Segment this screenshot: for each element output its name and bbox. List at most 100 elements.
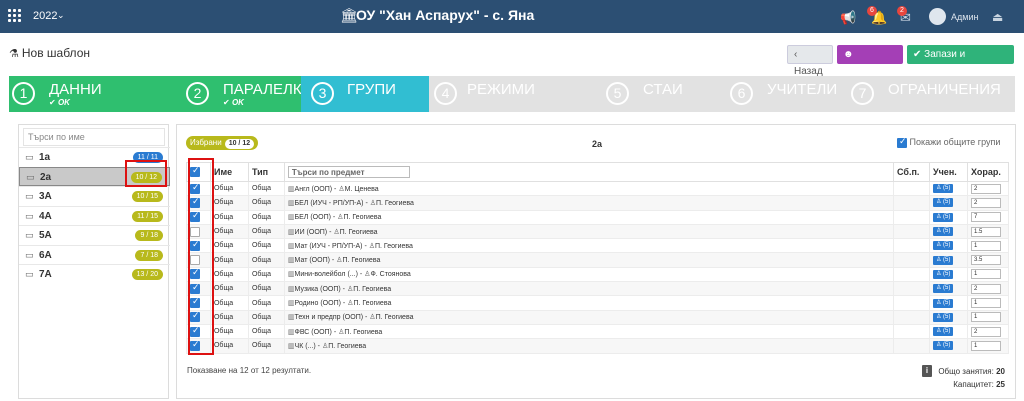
hours-input[interactable]: 2 xyxy=(970,326,1001,337)
save-and-continue-button[interactable]: ✔ Запази и премини xyxy=(907,45,1014,79)
row-sb xyxy=(893,281,930,297)
table-row: ОбщаОбща▥Музика (ООП) - ♙П. Геогиева♙ (5… xyxy=(186,281,1010,297)
step-groups[interactable]: 3 ГРУПИ xyxy=(301,76,429,112)
row-type: Обща xyxy=(247,323,285,340)
chevron-down-icon[interactable]: ⌄ xyxy=(57,10,65,21)
group-item[interactable]: ▭ 5А 9 / 18 xyxy=(19,225,170,244)
username[interactable]: Админ xyxy=(951,12,978,22)
group-item[interactable]: ▭ 4А 11 / 15 xyxy=(19,205,170,225)
row-type: Обща xyxy=(247,238,285,254)
group-item[interactable]: ▭ 7А 13 / 20 xyxy=(19,264,170,283)
students-button[interactable]: ♙ (5) xyxy=(932,255,954,265)
group-name: 6А xyxy=(39,249,52,261)
row-name: Обща xyxy=(209,223,249,240)
hours-input[interactable]: 2 xyxy=(970,197,1001,208)
hours-input[interactable]: 1 xyxy=(970,240,1001,251)
group-search-input[interactable]: Търси по име xyxy=(23,128,165,146)
row-hours: 2 xyxy=(966,281,1010,297)
hours-input[interactable]: 1 xyxy=(970,269,1001,280)
step-number: 1 xyxy=(12,82,35,105)
col-hours: Хорар. xyxy=(966,162,1010,182)
hours-input[interactable]: 1.5 xyxy=(970,226,1001,237)
year-selector[interactable]: 2022 xyxy=(33,10,57,22)
col-subject: Търси по предмет xyxy=(283,162,895,182)
row-hours: 3.5 xyxy=(966,252,1010,268)
hours-input[interactable]: 1 xyxy=(970,312,1001,323)
row-hours: 7 xyxy=(966,209,1010,225)
row-hours: 2 xyxy=(966,195,1010,211)
group-count-badge: 9 / 18 xyxy=(135,230,163,241)
results-summary: Показване на 12 от 12 резултати. xyxy=(187,366,312,375)
row-type: Обща xyxy=(247,309,285,325)
students-button[interactable]: ♙ (5) xyxy=(932,212,954,222)
hours-input[interactable]: 1 xyxy=(970,340,1001,351)
hours-input[interactable]: 1 xyxy=(970,298,1001,309)
row-sb xyxy=(893,309,930,325)
students-button[interactable]: ♙ (5) xyxy=(932,341,954,351)
group-item[interactable]: ▭ 3А 10 / 15 xyxy=(19,186,170,205)
group-icon: ▭ xyxy=(25,210,34,221)
step-label: СТАИ xyxy=(643,81,683,98)
group-icon: ▭ xyxy=(25,152,34,162)
show-common-groups-checkbox[interactable] xyxy=(897,136,907,148)
row-students: ♙ (5) xyxy=(928,252,968,268)
row-hours: 1 xyxy=(966,266,1010,283)
students-button[interactable]: ♙ (5) xyxy=(932,241,954,251)
avatar[interactable] xyxy=(929,8,946,25)
row-type: Обща xyxy=(247,281,285,297)
students-button[interactable]: ♙ (5) xyxy=(932,227,954,237)
back-button[interactable]: ‹ Назад xyxy=(787,45,833,77)
col-sb: Сб.п. xyxy=(893,162,930,182)
group-icon: ▭ xyxy=(25,269,34,279)
group-count-badge: 10 / 15 xyxy=(131,191,163,202)
row-sb xyxy=(893,295,930,311)
students-button[interactable]: ♙ (5) xyxy=(932,198,954,208)
hours-input[interactable]: 2 xyxy=(970,183,1001,194)
row-students: ♙ (5) xyxy=(928,281,968,297)
row-sb xyxy=(893,252,930,268)
group-name: 5А xyxy=(39,230,52,241)
students-button[interactable]: ♙ (5) xyxy=(932,327,954,337)
step-teachers[interactable]: 6 УЧИТЕЛИ xyxy=(727,76,847,112)
students-button[interactable]: ♙ (5) xyxy=(932,312,954,322)
row-name: Обща xyxy=(209,295,249,311)
hours-input[interactable]: 3.5 xyxy=(970,255,1001,266)
info-icon[interactable]: i xyxy=(922,365,932,377)
show-common-groups-label: Покажи общите групи xyxy=(909,137,1001,147)
group-item[interactable]: ▭ 6А 7 / 18 xyxy=(19,244,170,264)
step-restrictions[interactable]: 7 ОГРАНИЧЕНИЯ xyxy=(848,76,1015,112)
row-students: ♙ (5) xyxy=(928,338,968,354)
book-icon: ▥ xyxy=(287,242,295,250)
step-modes[interactable]: 4 РЕЖИМИ xyxy=(429,76,599,112)
students-button[interactable]: ♙ (5) xyxy=(932,284,954,294)
table-row: ОбщаОбща▥Англ (ООП) - ♙М. Ценева♙ (5)2 xyxy=(186,180,1010,197)
notification-count-badge: 6 xyxy=(867,6,877,16)
page-title: ⚗ Нов шаблон xyxy=(9,46,90,60)
step-status: ✔ OK xyxy=(49,98,70,107)
students-button[interactable]: ♙ (5) xyxy=(932,298,954,308)
hours-input[interactable]: 7 xyxy=(970,212,1001,223)
hours-input[interactable]: 2 xyxy=(970,283,1001,294)
apps-grid-icon[interactable] xyxy=(8,9,22,23)
assistant-button[interactable]: ☻ Асистент xyxy=(837,45,903,79)
group-name: 7А xyxy=(39,269,52,280)
row-students: ♙ (5) xyxy=(928,180,968,197)
step-parallels[interactable]: 2 ПАРАЛЕЛКИ ✔ OK xyxy=(183,76,312,112)
wizard-icon: ⚗ xyxy=(9,48,19,60)
subject-search-input[interactable]: Търси по предмет xyxy=(287,166,410,178)
group-name: 3А xyxy=(39,191,52,202)
megaphone-icon[interactable]: 📢 xyxy=(840,10,856,26)
logout-icon[interactable]: ⏏ xyxy=(992,10,1003,24)
step-data[interactable]: 1 ДАННИ ✔ OK xyxy=(9,76,187,112)
table-row: ОбщаОбща▥Родино (ООП) - ♙П. Геогиева♙ (5… xyxy=(186,295,1010,311)
students-button[interactable]: ♙ (5) xyxy=(932,184,954,194)
show-common-groups-toggle[interactable]: Покажи общите групи xyxy=(897,136,1001,148)
students-button[interactable]: ♙ (5) xyxy=(932,269,954,279)
step-flocks[interactable]: 5 СТАИ xyxy=(603,76,723,112)
step-label: ОГРАНИЧЕНИЯ xyxy=(888,81,1001,98)
row-students: ♙ (5) xyxy=(928,266,968,283)
group-icon: ▭ xyxy=(25,249,34,260)
table-row: ОбщаОбща▥Мат (ИУЧ - РП/УП-А) - ♙П. Геоги… xyxy=(186,238,1010,254)
table-row: ОбщаОбща▥БЕЛ (ИУЧ - РП/УП-А) - ♙П. Геоги… xyxy=(186,195,1010,211)
highlight-box xyxy=(125,160,167,187)
